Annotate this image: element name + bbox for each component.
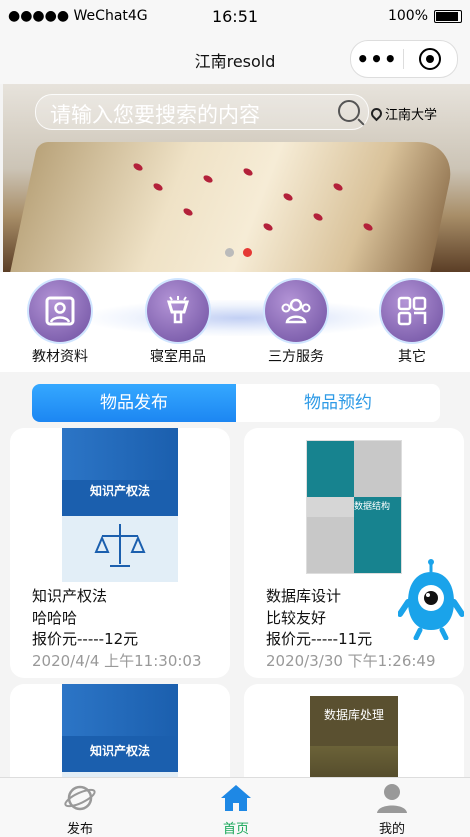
item-desc: 比较友好 (266, 609, 327, 627)
more-icon[interactable]: ••• (351, 47, 403, 71)
category-label: 其它 (398, 349, 426, 365)
cover-block (354, 441, 401, 497)
status-bar: ●●●●● WeChat4G 16:51 100% (0, 0, 470, 32)
item-card[interactable]: 知识产权法 知识产权法 哈哈哈 报价元-----12元 2020/4/4 上午1… (10, 428, 230, 678)
cover-title: 知识产权法 (89, 484, 150, 498)
cover-bottom (62, 516, 178, 582)
category-item[interactable]: 其它 (362, 280, 462, 366)
item-title: 数据库设计 (266, 587, 342, 605)
category-label: 三方服务 (268, 349, 324, 365)
search-placeholder: 请输入您要搜索的内容 (50, 103, 260, 127)
planet-icon (64, 785, 96, 811)
item-price: 报价元-----11元 (266, 630, 373, 648)
battery-icon (434, 9, 462, 23)
bottom-nav-publish[interactable]: 发布 (30, 782, 130, 837)
battery-status: 100% (388, 8, 462, 24)
item-desc: 哈哈哈 (32, 609, 78, 627)
close-button[interactable] (404, 48, 456, 70)
bottom-nav-label: 首页 (222, 822, 249, 837)
home-icon (221, 785, 251, 811)
cover-title: 数据库处理 (323, 708, 384, 722)
banner-carousel[interactable]: 请输入您要搜索的内容 江南大学 (3, 84, 470, 272)
bottom-nav-label: 我的 (378, 822, 405, 837)
category-label: 寝室用品 (150, 349, 206, 365)
user-icon (377, 784, 407, 813)
item-title: 知识产权法 (32, 587, 108, 605)
cover-block (307, 497, 354, 517)
cover-title: 数据结构 (354, 497, 401, 517)
category-label: 教材资料 (32, 349, 88, 365)
bottom-nav-profile[interactable]: 我的 (342, 782, 442, 837)
item-tabs: 物品发布 物品预约 (32, 384, 440, 422)
cover-header (62, 428, 178, 480)
category-bar: 教材资料 寝室用品 三方服务 其它 (0, 272, 470, 372)
item-card[interactable]: 数据结构 数据库设计 比较友好 报价元-----11元 2020/3/30 下午… (244, 428, 464, 678)
item-price: 报价元-----12元 (32, 630, 139, 648)
carousel-dot[interactable] (225, 248, 234, 257)
portrait-icon (29, 280, 91, 342)
cover-block (354, 517, 401, 573)
carousel-dot-active[interactable] (243, 248, 252, 257)
nav-bar: 江南resold ••• (0, 32, 470, 84)
item-date: 2020/4/4 上午11:30:03 (32, 652, 202, 670)
book-cover: 知识产权法 (62, 428, 178, 582)
cover-title: 知识产权法 (89, 744, 150, 758)
cover-block (307, 517, 354, 573)
category-item[interactable]: 教材资料 (10, 280, 110, 366)
bottom-nav: 发布 首页 我的 (0, 777, 470, 837)
cover-header (62, 684, 178, 736)
cover-block (307, 441, 354, 497)
location-selector[interactable]: 江南大学 (368, 104, 438, 123)
people-icon (265, 280, 327, 342)
category-item[interactable]: 寝室用品 (128, 280, 228, 366)
search-input[interactable]: 请输入您要搜索的内容 (35, 94, 369, 130)
bottom-nav-label: 发布 (66, 822, 93, 837)
location-pin-icon (368, 105, 385, 122)
lamp-icon (147, 280, 209, 342)
item-date: 2020/3/30 下午1:26:49 (266, 652, 436, 670)
close-target-icon (419, 48, 441, 70)
search-icon[interactable] (338, 100, 360, 122)
mascot-icon (397, 559, 465, 641)
mascot-float-button[interactable] (397, 558, 465, 641)
bottom-nav-home[interactable]: 首页 (186, 782, 286, 837)
location-label: 江南大学 (385, 108, 438, 123)
miniprogram-capsule: ••• (350, 40, 458, 78)
battery-percent: 100% (387, 8, 428, 24)
grid-icon (381, 280, 443, 342)
category-item[interactable]: 三方服务 (246, 280, 346, 366)
scales-icon (94, 524, 146, 567)
tab-publish[interactable]: 物品发布 (32, 384, 236, 422)
book-cover: 数据结构 (306, 440, 402, 574)
tab-reserve[interactable]: 物品预约 (236, 384, 440, 422)
